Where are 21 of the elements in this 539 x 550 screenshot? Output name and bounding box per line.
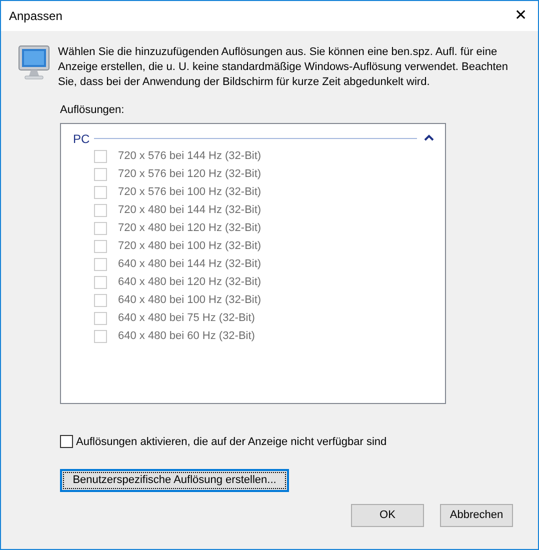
resolution-label: 720 x 576 bei 120 Hz (32-Bit) (118, 167, 262, 182)
resolution-label: 720 x 480 bei 120 Hz (32-Bit) (118, 221, 262, 236)
close-button[interactable]: ✕ (506, 1, 536, 31)
custom-resolution-button[interactable]: Benutzerspezifische Auflösung erstellen... (60, 469, 289, 492)
checkbox-label: Auflösungen aktivieren, die auf der Anzeige nicht verfügbar sind (76, 434, 387, 450)
resolution-label: 640 x 480 bei 75 Hz (32-Bit) (118, 311, 255, 326)
resolution-label: 720 x 576 bei 100 Hz (32-Bit) (118, 185, 262, 200)
ok-button[interactable]: OK (351, 504, 424, 527)
checkbox[interactable] (60, 435, 73, 448)
list-label: Auflösungen: (60, 103, 126, 118)
description-text: Wählen Sie die hinzuzufügenden Auflösungen aus. Sie können eine ben.spz. Aufl. für eine Anzeige erstellen, die u. U. keine standardmäßige Windows-Auflösung verwendet. Beachten Sie, dass bei der Anwendung der Bildschirm für kurze Zeit abgedunkelt wird. (58, 45, 510, 90)
resolution-label: 720 x 480 bei 144 Hz (32-Bit) (118, 203, 262, 218)
resolution-label: 640 x 480 bei 144 Hz (32-Bit) (118, 257, 262, 272)
resolution-label: 640 x 480 bei 60 Hz (32-Bit) (118, 329, 255, 344)
group-header: PC (73, 130, 90, 148)
cancel-button[interactable]: Abbrechen (440, 504, 513, 527)
window-title: Anpassen (9, 8, 62, 25)
resolution-label: 640 x 480 bei 100 Hz (32-Bit) (118, 293, 262, 308)
resolution-label: 640 x 480 bei 120 Hz (32-Bit) (118, 275, 262, 290)
resolution-label: 720 x 480 bei 100 Hz (32-Bit) (118, 239, 262, 254)
resolution-label: 720 x 576 bei 144 Hz (32-Bit) (118, 149, 262, 164)
